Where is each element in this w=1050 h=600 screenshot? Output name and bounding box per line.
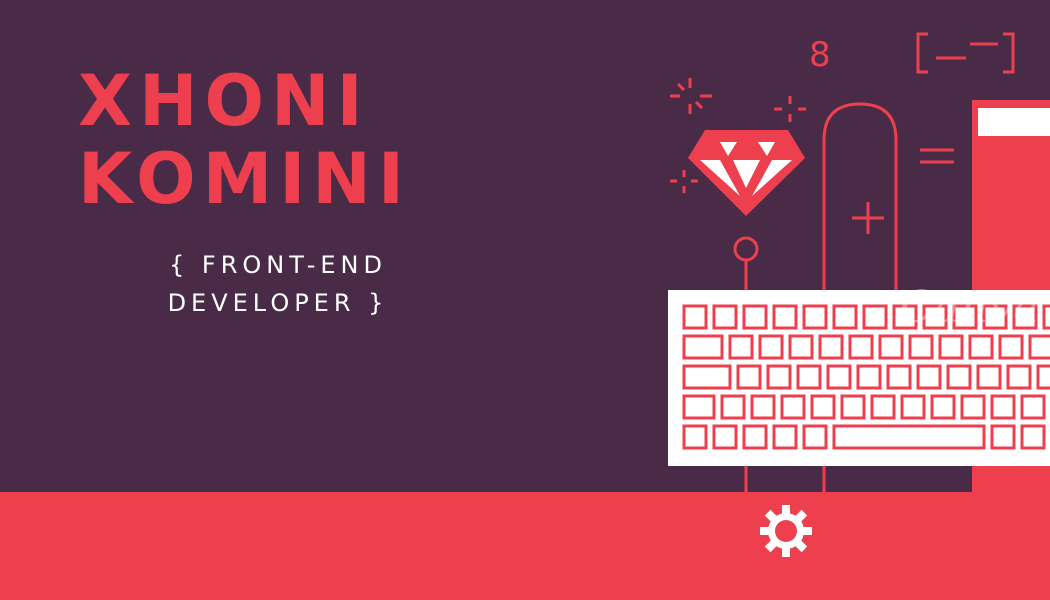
art-digit: 8 [809, 35, 831, 75]
equals-icon [920, 148, 954, 164]
banner: XHONI KOMINI { FRONT-END DEVELOPER } 8 C… [0, 0, 1050, 600]
watermark: Canva [900, 282, 1040, 333]
code-bracket-icon [916, 32, 1015, 74]
tech-illustration: 8 [668, 32, 1050, 557]
gear-hole [775, 520, 797, 542]
ruby-gem-icon [688, 130, 805, 216]
gear-icon [760, 505, 812, 557]
